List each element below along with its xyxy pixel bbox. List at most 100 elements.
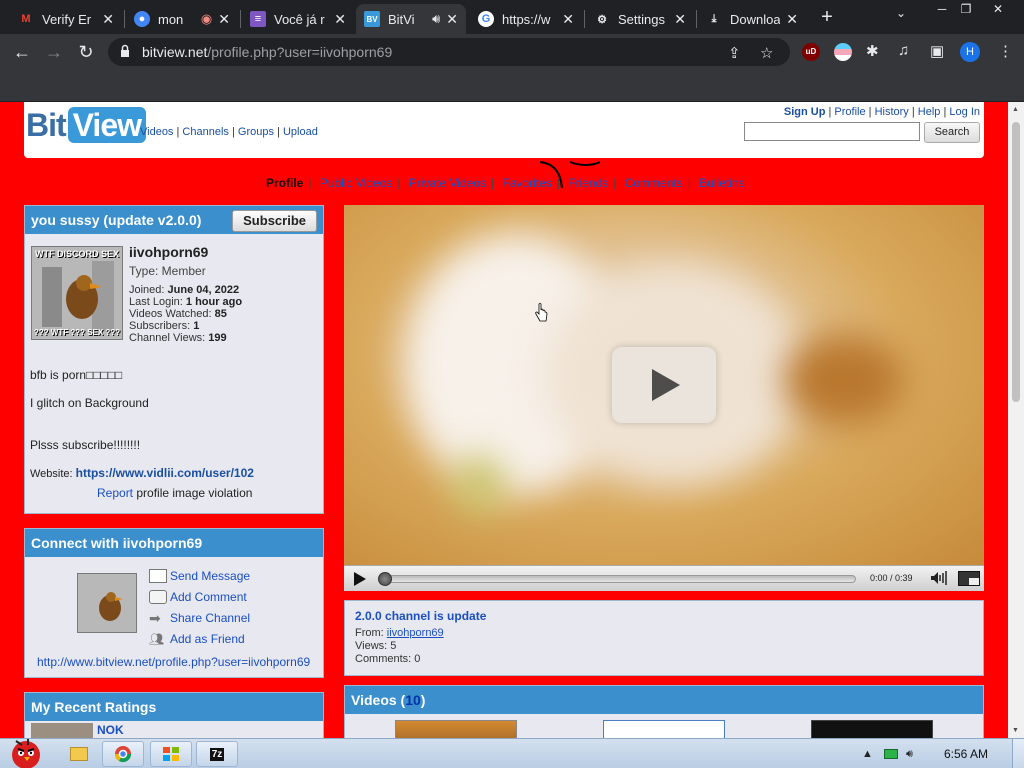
restore-button[interactable]: ❐: [952, 0, 980, 18]
search-input[interactable]: [744, 122, 920, 141]
tab-search-chevron-icon[interactable]: ⌄: [896, 6, 906, 20]
add-comment-label: Add Comment: [170, 590, 247, 604]
user-stats: Joined: June 04, 2022 Last Login: 1 hour…: [129, 284, 242, 344]
subscribers-label: Subscribers:: [129, 320, 191, 332]
volume-tray-icon[interactable]: 🔊︎: [906, 748, 913, 761]
tab-google-search[interactable]: G https://w ✕: [470, 4, 582, 34]
taskbar-chrome[interactable]: [102, 741, 144, 767]
tab-public-videos[interactable]: Public Videos: [320, 176, 393, 190]
taskbar-7zip[interactable]: 7z: [196, 741, 238, 767]
history-link[interactable]: History: [875, 106, 909, 118]
share-channel-link[interactable]: ➡ Share Channel: [149, 611, 250, 625]
battery-icon[interactable]: [884, 749, 898, 759]
tray-expand-icon[interactable]: ▲: [862, 748, 873, 760]
add-comment-link[interactable]: Add Comment: [149, 590, 247, 604]
avatar[interactable]: WTF DISCORD SEX ??? WTF ??? SEX ???: [31, 246, 123, 340]
close-icon[interactable]: ✕: [786, 11, 798, 28]
video-title[interactable]: 2.0.0 channel is update: [355, 609, 486, 623]
hand-cursor-icon: [535, 303, 548, 322]
new-tab-button[interactable]: +: [816, 4, 838, 30]
taskbar-clock[interactable]: 6:56 AM: [944, 747, 988, 761]
tab-favorites[interactable]: Favorites: [502, 176, 551, 190]
tab-downloads[interactable]: ⤓ Downloa ✕: [698, 4, 806, 34]
bookmark-star-icon[interactable]: ☆: [760, 44, 773, 62]
menu-kebab-icon[interactable]: ⋮: [998, 42, 1013, 60]
profile-link[interactable]: Profile: [834, 106, 865, 118]
tab-friends[interactable]: Friends: [568, 176, 608, 190]
close-window-button[interactable]: ✕: [984, 0, 1012, 18]
volume-icon[interactable]: [930, 571, 948, 585]
scroll-down-arrow-icon[interactable]: ▼: [1012, 727, 1019, 734]
nav-videos[interactable]: Videos: [140, 126, 173, 138]
taskbar-explorer[interactable]: [58, 741, 100, 767]
close-icon[interactable]: ✕: [674, 11, 686, 28]
page-scrollbar[interactable]: ▲ ▼: [1008, 102, 1024, 738]
tab-settings[interactable]: ⚙ Settings ✕: [586, 4, 694, 34]
nav-upload[interactable]: Upload: [283, 126, 318, 138]
send-message-link[interactable]: Send Message: [149, 569, 250, 583]
tab-bulletins[interactable]: Bulletins: [699, 176, 744, 190]
share-icon[interactable]: ⇪: [728, 44, 741, 62]
website-link[interactable]: https://www.vidlii.com/user/102: [76, 466, 254, 480]
profile-avatar[interactable]: H: [960, 42, 980, 62]
extensions-puzzle-icon[interactable]: ✱: [866, 42, 879, 60]
tab-mon[interactable]: ● mon ◉ ✕: [126, 4, 238, 34]
tab-verify-email[interactable]: M Verify Er ✕: [10, 4, 122, 34]
video-thumbnail[interactable]: [603, 720, 725, 738]
back-button[interactable]: ←: [10, 41, 34, 63]
tab-comments[interactable]: Comments: [625, 176, 683, 190]
address-bar[interactable]: bitview.net/profile.php?user=iivohporn69…: [108, 38, 790, 66]
side-panel-icon[interactable]: ▣: [930, 42, 944, 60]
channel-url[interactable]: http://www.bitview.net/profile.php?user=…: [37, 655, 310, 669]
scrollbar-thumb[interactable]: [1012, 122, 1020, 402]
nav-groups[interactable]: Groups: [238, 126, 274, 138]
play-pause-button[interactable]: [354, 572, 366, 586]
seek-handle[interactable]: [378, 572, 392, 586]
videos-count[interactable]: 10: [405, 692, 421, 708]
seek-bar[interactable]: [378, 572, 856, 586]
close-icon[interactable]: ✕: [334, 11, 346, 28]
connect-avatar[interactable]: [77, 573, 137, 633]
subscribe-button[interactable]: Subscribe: [232, 210, 317, 232]
rating-item-title[interactable]: NOK: [97, 723, 124, 737]
close-icon[interactable]: ✕: [102, 11, 114, 28]
tab-profile[interactable]: Profile: [266, 176, 303, 190]
bitview-logo[interactable]: Bit View: [26, 106, 146, 144]
forward-button[interactable]: →: [42, 41, 66, 63]
big-play-button[interactable]: [612, 347, 716, 423]
show-desktop-button[interactable]: [1012, 739, 1024, 768]
sign-up-link[interactable]: Sign Up: [784, 106, 826, 118]
close-icon[interactable]: ✕: [218, 11, 230, 28]
videos-title-prefix: Videos (: [351, 692, 406, 708]
tab-voce-ja[interactable]: ≡ Você já r ✕: [242, 4, 354, 34]
scroll-up-arrow-icon[interactable]: ▲: [1012, 106, 1019, 113]
media-control-icon[interactable]: ♫: [898, 42, 909, 59]
tab-title: https://w: [502, 11, 551, 27]
taskbar-windows-app[interactable]: [150, 741, 192, 767]
close-icon[interactable]: ✕: [562, 11, 574, 28]
report-link[interactable]: Report: [97, 486, 133, 500]
video-thumbnail[interactable]: [395, 720, 517, 738]
ublock-extension-icon[interactable]: uD: [802, 43, 820, 61]
close-icon[interactable]: ✕: [446, 11, 458, 28]
speaker-icon[interactable]: 🔊︎: [432, 11, 440, 27]
video-player[interactable]: 0:00 / 0:39: [344, 205, 984, 591]
profile-tabs: Profile | Public Videos | Private Videos | …: [266, 176, 745, 190]
video-frame[interactable]: [344, 205, 984, 565]
tab-divider: [696, 10, 697, 28]
tab-bitview[interactable]: BV BitVi 🔊︎ ✕: [356, 4, 466, 34]
from-user-link[interactable]: iivohporn69: [387, 627, 444, 639]
reload-button[interactable]: ↻: [74, 41, 98, 63]
add-friend-link[interactable]: 👥︎ Add as Friend: [149, 632, 245, 646]
tab-private-videos[interactable]: Private Videos: [409, 176, 486, 190]
from-label: From:: [355, 627, 384, 639]
nav-channels[interactable]: Channels: [182, 126, 228, 138]
fullscreen-button[interactable]: [958, 571, 980, 586]
video-thumbnail[interactable]: [811, 720, 933, 738]
start-button-angry-bird-icon[interactable]: [2, 735, 50, 768]
tab-divider: [240, 10, 241, 28]
log-in-link[interactable]: Log In: [949, 106, 980, 118]
flag-extension-icon[interactable]: [834, 43, 852, 61]
help-link[interactable]: Help: [918, 106, 941, 118]
search-button[interactable]: Search: [924, 122, 980, 143]
